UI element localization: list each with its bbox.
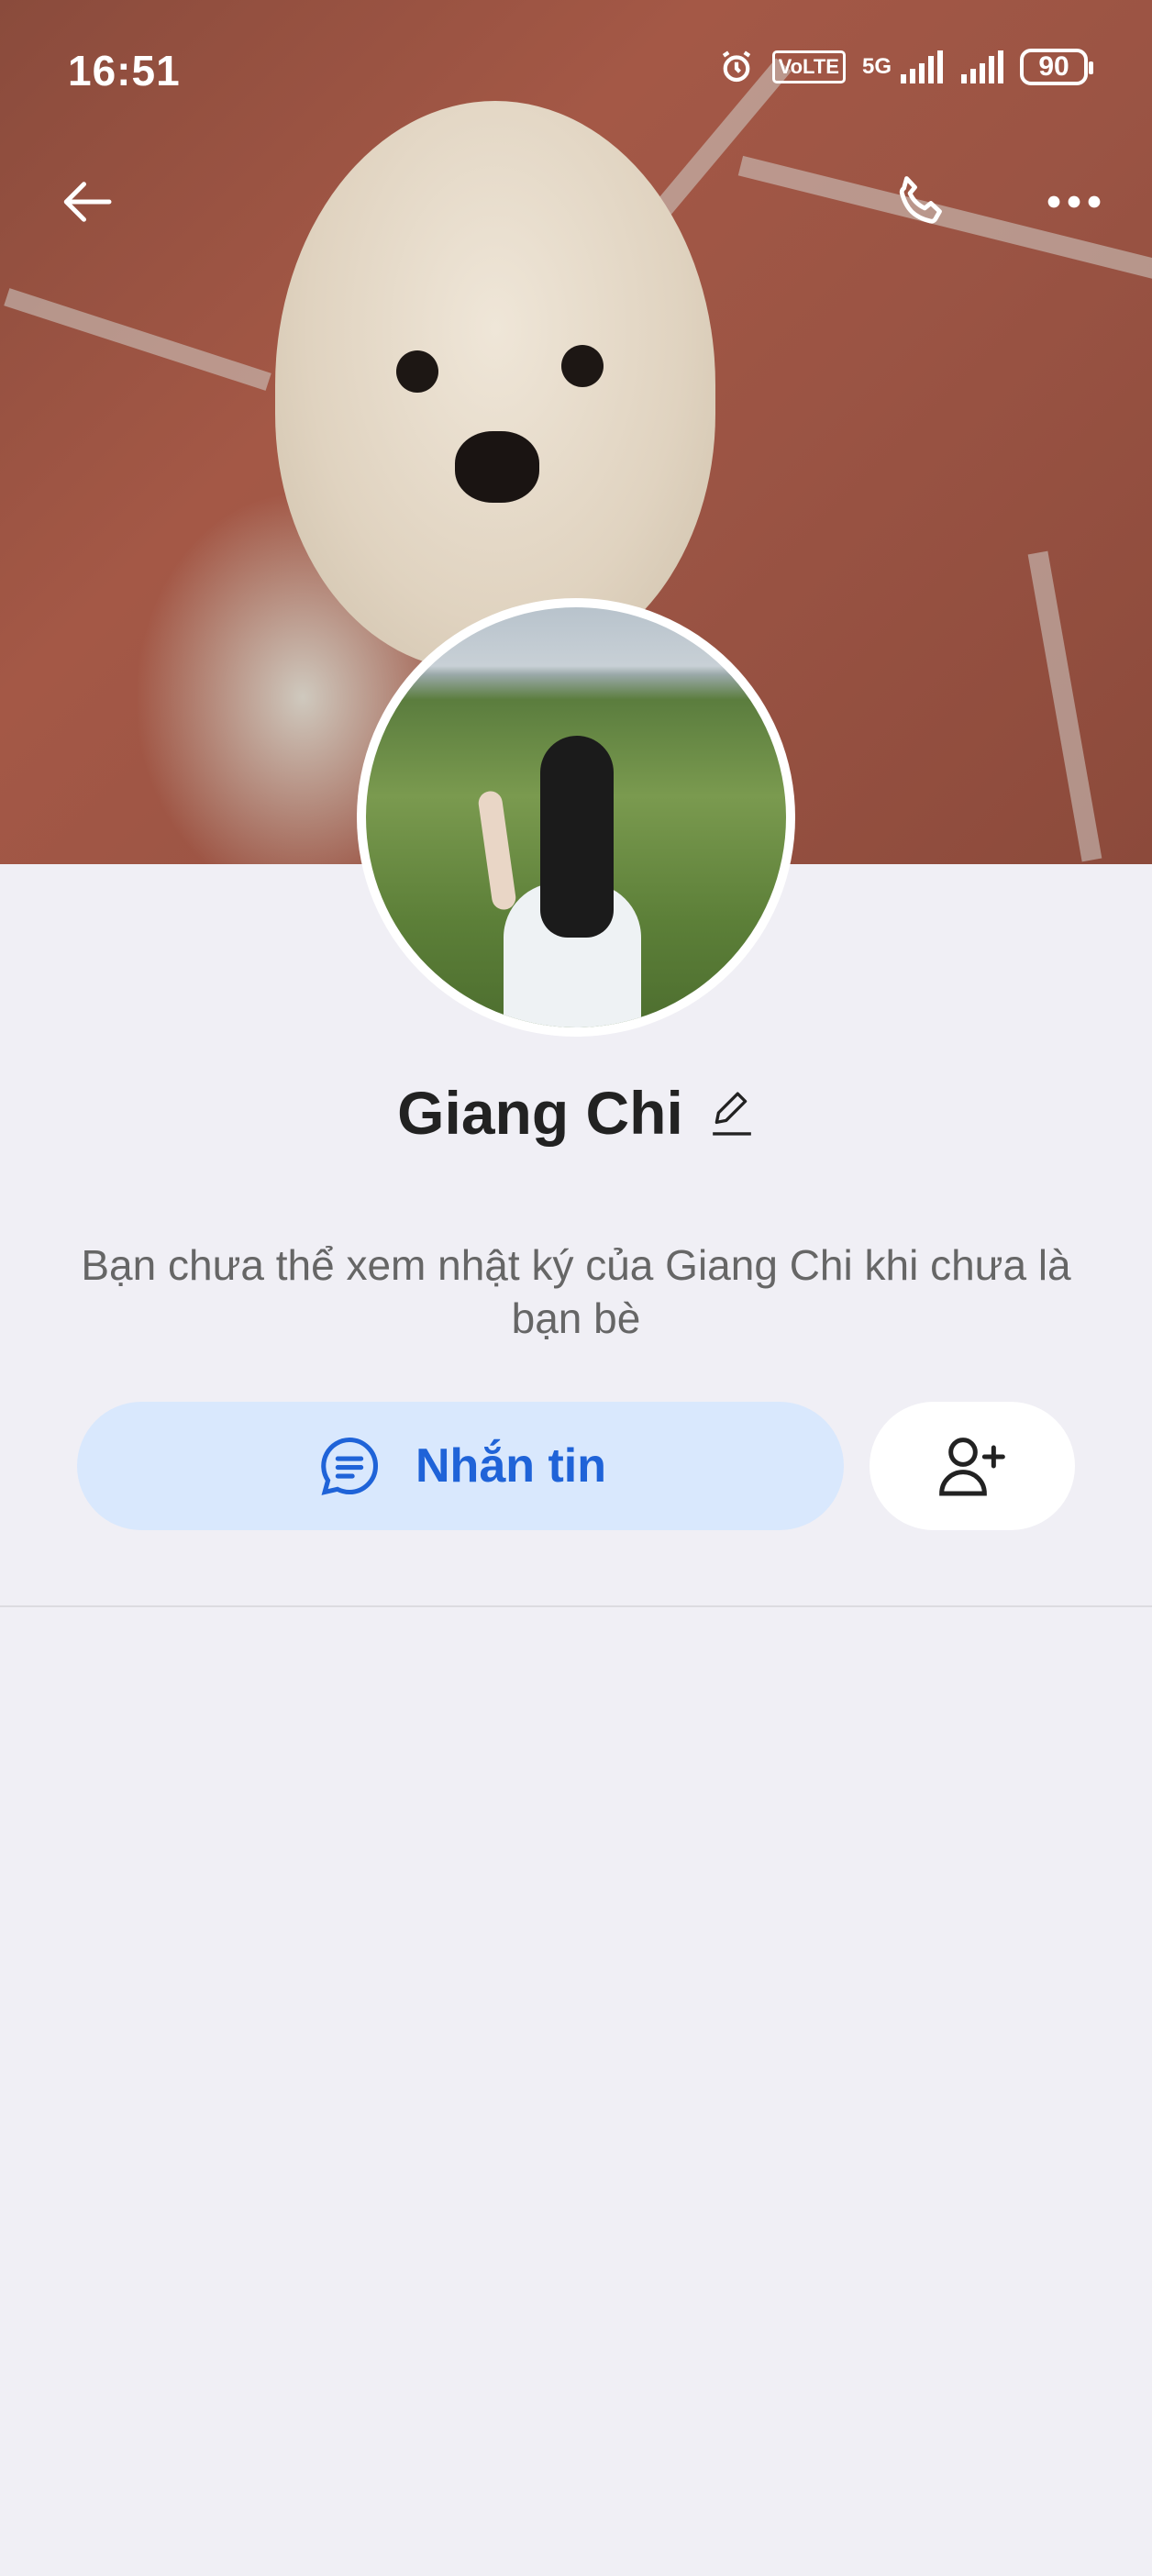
avatar-figure-arm [477, 789, 517, 912]
message-button-label: Nhắn tin [415, 1439, 606, 1493]
back-button[interactable] [48, 161, 130, 243]
avatar[interactable] [357, 598, 795, 1037]
message-button[interactable]: Nhắn tin [77, 1402, 844, 1530]
profile-name: Giang Chi [397, 1079, 683, 1147]
section-divider [0, 1605, 1152, 1607]
status-icons: VoLTE 5G 90 [717, 48, 1093, 86]
call-button[interactable] [881, 161, 963, 243]
cover-dog-eye [396, 350, 438, 393]
alarm-icon [722, 50, 750, 83]
signal-icon-2 [961, 50, 1003, 83]
cover-dog-eye [561, 345, 604, 387]
profile-name-row: Giang Chi [0, 1078, 1152, 1148]
add-friend-button[interactable] [870, 1402, 1075, 1530]
cover-dog-nose [455, 431, 539, 503]
pencil-icon[interactable] [709, 1087, 755, 1138]
cover-tile-line [1027, 550, 1102, 862]
signal-icon [901, 50, 943, 83]
status-time: 16:51 [68, 47, 181, 94]
avatar-figure-hair [540, 736, 614, 938]
status-bar: 16:51 VoLTE 5G 90 [0, 0, 1152, 147]
battery-indicator: 90 [1020, 49, 1093, 85]
avatar-photo [366, 607, 786, 1027]
cover-tile-line [4, 288, 271, 391]
cover-dog [275, 101, 715, 670]
more-button[interactable] [1033, 161, 1115, 243]
friendship-notice: Bạn chưa thể xem nhật ký của Giang Chi k… [81, 1241, 1071, 1342]
more-horizontal-icon [1047, 195, 1101, 208]
arrow-left-icon [63, 182, 112, 222]
volte-badge: VoLTE [771, 50, 846, 83]
phone-icon [899, 176, 942, 224]
chat-bubble-icon [321, 1437, 378, 1495]
add-user-icon [939, 1438, 1005, 1496]
battery-level: 90 [1038, 51, 1069, 82]
network-type: 5G [861, 54, 892, 79]
